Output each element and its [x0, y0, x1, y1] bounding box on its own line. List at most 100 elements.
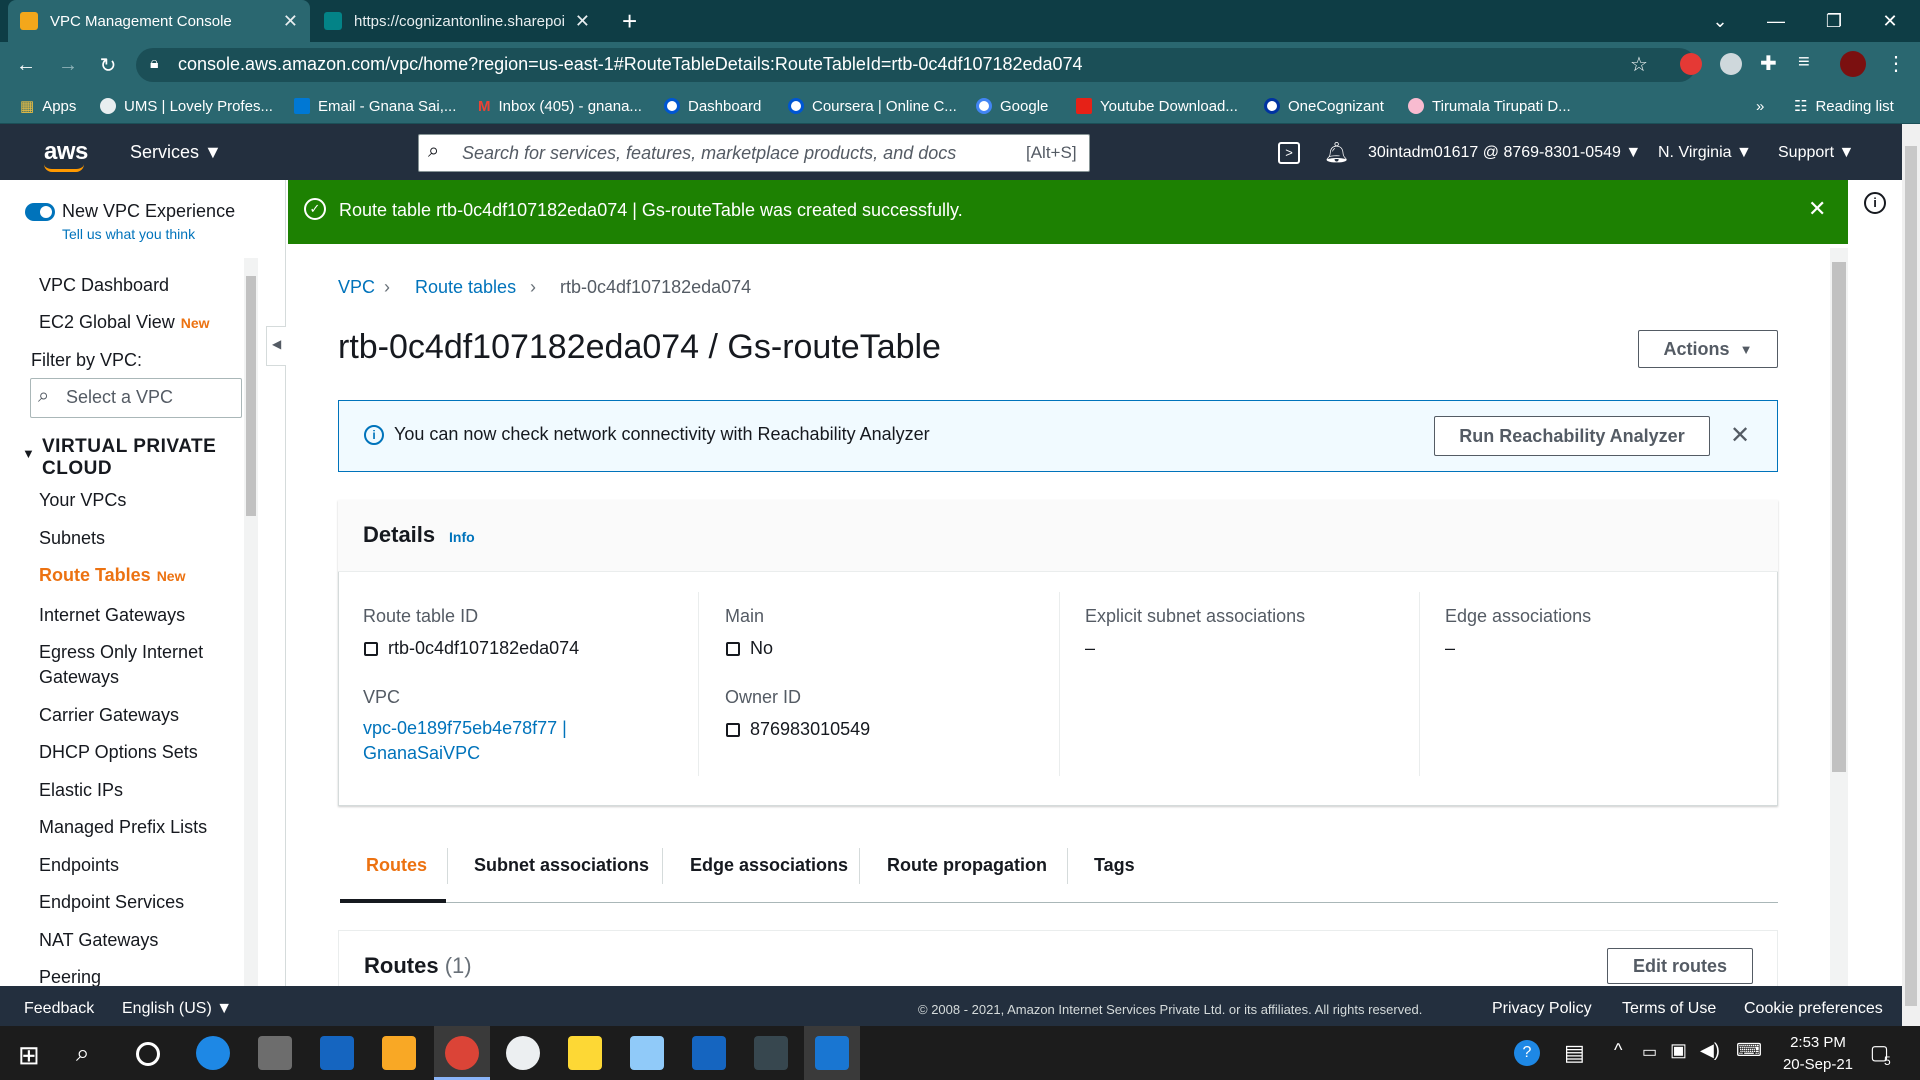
- terms-link[interactable]: Terms of Use: [1622, 1000, 1716, 1018]
- bookmark-star-icon[interactable]: ☆: [1630, 52, 1648, 77]
- language-select[interactable]: English (US) ▼: [122, 1000, 232, 1018]
- breadcrumb-route-tables[interactable]: Route tables: [415, 277, 516, 298]
- sidebar-item-endpoint-services[interactable]: Endpoint Services: [39, 892, 184, 913]
- snipping-tool-icon[interactable]: [630, 1036, 664, 1070]
- bookmark-email[interactable]: Email - Gnana Sai,...: [294, 94, 456, 118]
- bookmarks-overflow[interactable]: »: [1756, 94, 1764, 118]
- run-reachability-analyzer-button[interactable]: Run Reachability Analyzer: [1434, 416, 1710, 456]
- copy-icon[interactable]: [726, 642, 740, 656]
- account-menu[interactable]: 30intadm01617 @ 8769-8301-0549 ▼: [1368, 144, 1641, 162]
- content-scroll-thumb[interactable]: [1832, 262, 1846, 772]
- reading-list[interactable]: ☷ Reading list: [1794, 94, 1894, 118]
- bookmark-coursera[interactable]: Coursera | Online C...: [788, 94, 957, 118]
- feedback-link[interactable]: Feedback: [24, 1000, 94, 1018]
- vpc-link[interactable]: vpc-0e189f75eb4e78f77 |: [363, 718, 567, 739]
- reload-icon[interactable]: ↻: [90, 42, 126, 88]
- keyboard-layout-icon[interactable]: ▤: [1564, 1040, 1585, 1066]
- extensions-puzzle-icon[interactable]: ✚: [1760, 51, 1777, 76]
- tab-tags[interactable]: Tags: [1094, 855, 1135, 876]
- media-queue-icon[interactable]: ≡: [1798, 51, 1810, 74]
- section-virtual-private-cloud[interactable]: VIRTUAL PRIVATE: [42, 436, 216, 458]
- collapse-sidebar-button[interactable]: ◀: [266, 326, 286, 366]
- notifications-bell-icon[interactable]: 🔔︎: [1324, 140, 1349, 165]
- bookmark-youtube-download[interactable]: Youtube Download...: [1076, 94, 1238, 118]
- close-window-icon[interactable]: ✕: [1862, 0, 1918, 42]
- bookmark-tirumala[interactable]: Tirumala Tirupati D...: [1408, 94, 1571, 118]
- new-tab-icon[interactable]: +: [622, 6, 637, 37]
- browser-tab-sharepoint[interactable]: https://cognizantonline.sharepoi ✕: [312, 0, 602, 42]
- sidebar-item-ec2-global-view[interactable]: EC2 Global View New: [39, 312, 210, 333]
- copy-icon[interactable]: [726, 723, 740, 737]
- region-menu[interactable]: N. Virginia ▼: [1658, 144, 1752, 162]
- breadcrumb-vpc[interactable]: VPC: [338, 277, 375, 298]
- vpc-link-name[interactable]: GnanaSaiVPC: [363, 743, 480, 764]
- cloudshell-icon[interactable]: >: [1278, 142, 1300, 164]
- edit-routes-button[interactable]: Edit routes: [1607, 948, 1753, 984]
- edge-icon[interactable]: [196, 1036, 230, 1070]
- close-banner-icon[interactable]: ✕: [1730, 421, 1750, 450]
- sticky-notes-icon[interactable]: [568, 1036, 602, 1070]
- clock-date[interactable]: 20-Sep-21: [1778, 1056, 1858, 1073]
- chrome-icon[interactable]: [445, 1036, 479, 1070]
- info-panel-icon[interactable]: i: [1864, 192, 1886, 214]
- sidebar-item-elastic-ips[interactable]: Elastic IPs: [39, 780, 123, 801]
- aws-logo[interactable]: aws: [44, 138, 88, 166]
- word-icon[interactable]: [692, 1036, 726, 1070]
- copy-icon[interactable]: [364, 642, 378, 656]
- keyboard-icon[interactable]: ⌨: [1736, 1040, 1762, 1061]
- sidebar-item-subnets[interactable]: Subnets: [39, 528, 105, 549]
- mail-icon[interactable]: [320, 1036, 354, 1070]
- bookmark-onecognizant[interactable]: OneCognizant: [1264, 94, 1384, 118]
- sidebar-item-endpoints[interactable]: Endpoints: [39, 855, 119, 876]
- extension-icon[interactable]: [1720, 53, 1742, 75]
- battery-icon[interactable]: ▭: [1642, 1042, 1657, 1062]
- tab-route-propagation[interactable]: Route propagation: [887, 855, 1047, 876]
- bookmark-dashboard[interactable]: Dashboard: [664, 94, 761, 118]
- tab-edge-associations[interactable]: Edge associations: [690, 855, 848, 876]
- new-experience-toggle[interactable]: [25, 203, 55, 221]
- cortana-icon[interactable]: [136, 1042, 160, 1066]
- chrome-menu-icon[interactable]: ⋮: [1886, 51, 1906, 76]
- tray-overflow-icon[interactable]: ^: [1614, 1040, 1622, 1061]
- sidebar-item-nat-gateways[interactable]: NAT Gateways: [39, 930, 158, 951]
- bookmark-google[interactable]: Google: [976, 94, 1048, 118]
- bookmark-apps[interactable]: ▦ Apps: [20, 94, 76, 118]
- sidebar-item-carrier-gateways[interactable]: Carrier Gateways: [39, 705, 179, 726]
- sidebar-item-managed-prefix-lists[interactable]: Managed Prefix Lists: [39, 817, 207, 838]
- privacy-policy-link[interactable]: Privacy Policy: [1492, 1000, 1592, 1018]
- actions-button[interactable]: Actions ▼: [1638, 330, 1778, 368]
- sidebar-item-vpc-dashboard[interactable]: VPC Dashboard: [39, 275, 169, 296]
- media-player-icon[interactable]: [506, 1036, 540, 1070]
- lock-icon[interactable]: 🔒︎: [150, 55, 159, 73]
- extension-adblock-icon[interactable]: [1680, 53, 1702, 75]
- support-menu[interactable]: Support ▼: [1778, 144, 1854, 162]
- sidebar-item-dhcp-options[interactable]: DHCP Options Sets: [39, 742, 198, 763]
- sidebar-item-egress-only-line2[interactable]: Gateways: [39, 667, 119, 688]
- file-explorer-icon[interactable]: [382, 1036, 416, 1070]
- maximize-icon[interactable]: ❐: [1806, 0, 1862, 42]
- profile-avatar[interactable]: [1840, 51, 1866, 77]
- sidebar-item-peering[interactable]: Peering: [39, 967, 101, 988]
- caret-down-icon[interactable]: ▼: [22, 446, 35, 461]
- back-icon[interactable]: ←: [8, 42, 44, 88]
- info-link[interactable]: Info: [449, 529, 475, 545]
- tab-search-icon[interactable]: ⌄: [1692, 0, 1748, 42]
- services-menu[interactable]: Services ▼: [130, 142, 222, 163]
- clock-time[interactable]: 2:53 PM: [1782, 1034, 1854, 1051]
- window-scroll-thumb[interactable]: [1905, 146, 1917, 1006]
- sidebar-item-your-vpcs[interactable]: Your VPCs: [39, 490, 126, 511]
- browser-tab-vpc[interactable]: VPC Management Console ✕: [8, 0, 310, 42]
- tab-subnet-associations[interactable]: Subnet associations: [474, 855, 649, 876]
- app-icon[interactable]: [754, 1036, 788, 1070]
- cookie-preferences-link[interactable]: Cookie preferences: [1744, 1000, 1883, 1018]
- feedback-link[interactable]: Tell us what you think: [62, 226, 195, 242]
- teams-icon[interactable]: [815, 1036, 849, 1070]
- network-icon[interactable]: ▣: [1670, 1040, 1687, 1061]
- windows-start-icon[interactable]: ⊞: [18, 1040, 40, 1071]
- sidebar-item-internet-gateways[interactable]: Internet Gateways: [39, 605, 185, 626]
- close-flash-icon[interactable]: ✕: [1808, 196, 1826, 222]
- minimize-icon[interactable]: —: [1748, 0, 1804, 42]
- sidebar-scroll-thumb[interactable]: [246, 276, 256, 516]
- help-icon[interactable]: ?: [1514, 1040, 1540, 1066]
- close-tab-icon[interactable]: ✕: [283, 11, 298, 32]
